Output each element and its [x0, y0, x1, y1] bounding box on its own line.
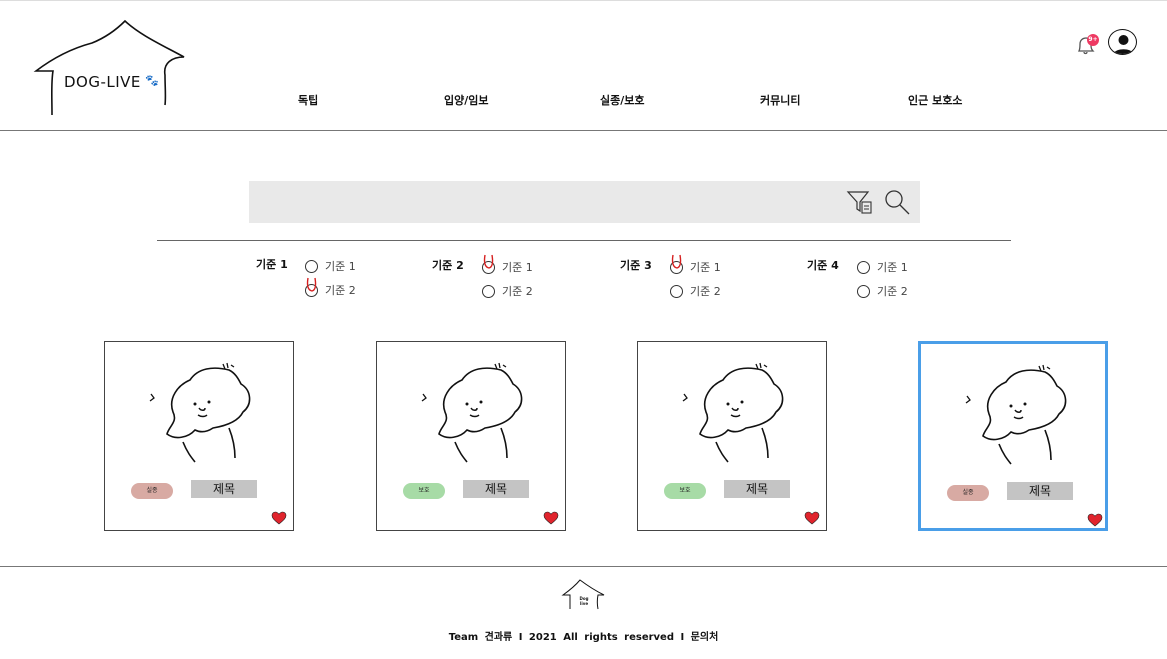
heart-icon[interactable] — [1087, 513, 1103, 527]
option-label: 기준 1 — [502, 261, 533, 274]
card-title: 제목 — [463, 480, 529, 498]
filter-icon[interactable] — [846, 189, 874, 215]
dog-card[interactable]: 보호 제목 — [637, 341, 827, 531]
status-badge: 보호 — [664, 483, 706, 499]
user-avatar-icon[interactable] — [1108, 29, 1137, 55]
nav-item-adoption[interactable]: 입양/임보 — [444, 92, 489, 108]
status-badge: 실종 — [947, 485, 989, 501]
footer-logo-text: Dog live — [579, 596, 589, 606]
criteria-option[interactable]: 기준 2 — [857, 283, 908, 299]
criteria-option[interactable]: 기준 2 — [482, 283, 533, 299]
dog-card-selected[interactable]: 실종 제목 — [918, 341, 1108, 531]
notification-badge: 9+ — [1087, 34, 1099, 46]
status-badge: 보호 — [403, 483, 445, 499]
dog-card[interactable]: 실종 제목 — [104, 341, 294, 531]
radio-button[interactable] — [857, 260, 870, 274]
nav-item-missing-protect[interactable]: 실종/보호 — [600, 92, 645, 108]
criteria-option[interactable]: 기준 1 — [670, 254, 721, 275]
dog-illustration-icon — [682, 362, 784, 463]
dog-illustration-icon — [965, 364, 1067, 465]
criteria-option[interactable]: 기준 1 — [305, 258, 356, 274]
search-icon[interactable] — [884, 189, 910, 215]
criteria-title: 기준 1 — [256, 258, 288, 271]
radio-button[interactable] — [482, 254, 495, 274]
dog-illustration-icon — [149, 362, 251, 463]
radio-button[interactable] — [857, 284, 870, 298]
option-label: 기준 2 — [502, 285, 533, 298]
radio-button[interactable] — [305, 277, 318, 297]
criteria-option[interactable]: 기준 1 — [857, 259, 908, 275]
criteria-title: 기준 3 — [620, 259, 652, 272]
check-mark-icon — [483, 254, 494, 269]
radio-button[interactable] — [670, 254, 683, 274]
radio-button[interactable] — [670, 284, 683, 298]
criteria-option[interactable]: 기준 2 — [305, 277, 356, 298]
option-label: 기준 2 — [877, 285, 908, 298]
card-title: 제목 — [724, 480, 790, 498]
option-label: 기준 2 — [690, 285, 721, 298]
criteria-option[interactable]: 기준 2 — [670, 283, 721, 299]
card-title: 제목 — [1007, 482, 1073, 500]
copyright-text: Team 견과류 I 2021 All rights reserved I 문의… — [448, 632, 719, 643]
header-divider — [0, 130, 1167, 131]
criteria-title: 기준 4 — [807, 259, 839, 272]
heart-icon[interactable] — [804, 511, 820, 525]
radio-button[interactable] — [305, 259, 318, 273]
criteria-option[interactable]: 기준 1 — [482, 254, 533, 275]
option-label: 기준 1 — [877, 261, 908, 274]
dog-card[interactable]: 보호 제목 — [376, 341, 566, 531]
option-label: 기준 2 — [325, 284, 356, 297]
card-title: 제목 — [191, 480, 257, 498]
option-label: 기준 1 — [325, 260, 356, 273]
criteria-title: 기준 2 — [432, 259, 464, 272]
dog-illustration-icon — [421, 362, 523, 463]
search-input[interactable] — [249, 181, 920, 223]
heart-icon[interactable] — [543, 511, 559, 525]
site-header: DOG-LIVE 🐾 독팁 입양/임보 실종/보호 커뮤니티 인근 보호소 9+ — [0, 0, 1167, 131]
radio-button[interactable] — [482, 284, 495, 298]
option-label: 기준 1 — [690, 261, 721, 274]
paw-icon: 🐾 — [145, 74, 159, 87]
check-mark-icon — [671, 254, 682, 269]
nav-item-shelters[interactable]: 인근 보호소 — [908, 92, 962, 108]
status-badge: 실종 — [131, 483, 173, 499]
heart-icon[interactable] — [271, 511, 287, 525]
filter-divider — [157, 240, 1011, 241]
nav-item-dog-tips[interactable]: 독팁 — [298, 92, 318, 108]
logo-house-icon[interactable] — [32, 17, 188, 117]
check-mark-icon — [306, 277, 317, 292]
nav-item-community[interactable]: 커뮤니티 — [760, 92, 800, 108]
logo-text: DOG-LIVE — [64, 73, 141, 91]
footer-divider — [0, 566, 1167, 567]
